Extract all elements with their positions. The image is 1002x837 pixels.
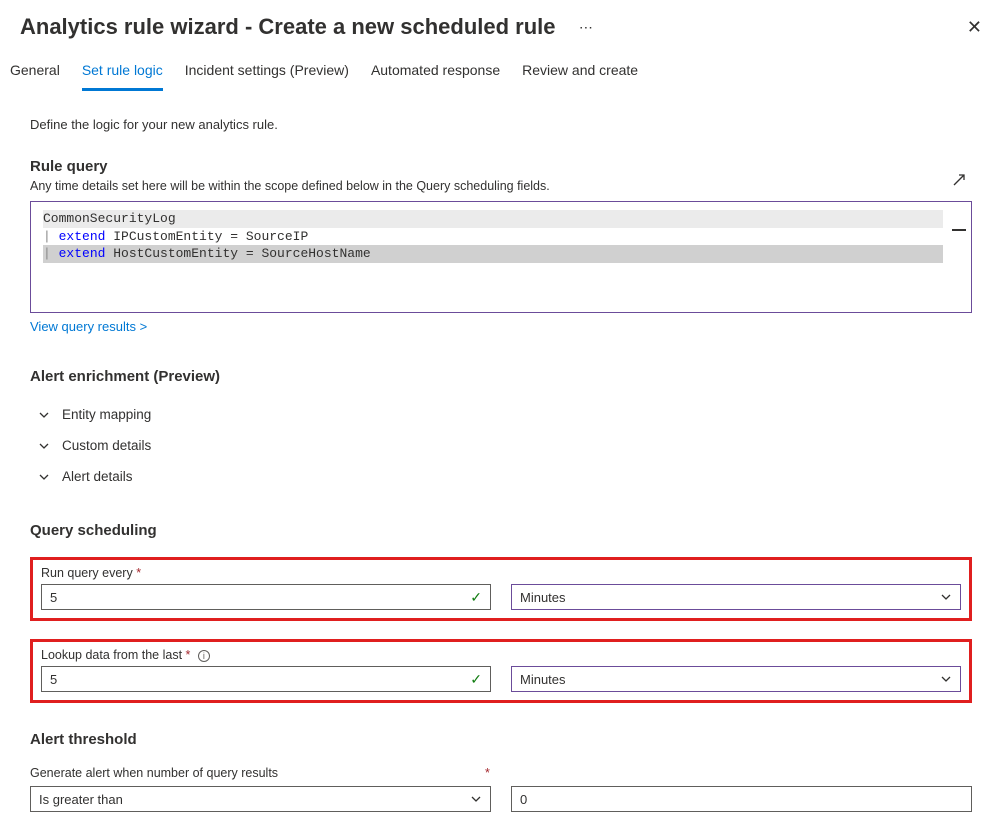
chevron-down-icon bbox=[38, 440, 50, 452]
lookup-data-group: Lookup data from the last * i 5 ✓ Minute… bbox=[30, 639, 972, 703]
check-icon: ✓ bbox=[470, 671, 482, 688]
minimize-icon[interactable] bbox=[952, 229, 966, 231]
tab-set-rule-logic[interactable]: Set rule logic bbox=[82, 58, 163, 91]
threshold-operator-select[interactable]: Is greater than bbox=[30, 786, 491, 812]
chevron-down-icon bbox=[38, 409, 50, 421]
tab-review-create[interactable]: Review and create bbox=[522, 58, 638, 91]
run-query-every-input[interactable]: 5 ✓ bbox=[41, 584, 491, 610]
query-line-1: CommonSecurityLog bbox=[43, 210, 943, 228]
info-icon[interactable]: i bbox=[198, 650, 210, 662]
expand-icon[interactable] bbox=[952, 173, 966, 190]
threshold-value-input[interactable]: 0 bbox=[511, 786, 972, 812]
run-query-every-label: Run query every * bbox=[41, 566, 961, 580]
threshold-label: Generate alert when number of query resu… bbox=[30, 766, 972, 780]
query-editor[interactable]: CommonSecurityLog | extend IPCustomEntit… bbox=[30, 201, 972, 313]
rule-query-subtitle: Any time details set here will be within… bbox=[30, 179, 972, 193]
view-query-results-link[interactable]: View query results > bbox=[30, 319, 147, 334]
close-icon[interactable]: ✕ bbox=[967, 17, 982, 38]
alert-enrichment-title: Alert enrichment (Preview) bbox=[30, 368, 972, 385]
query-line-3: | extend HostCustomEntity = SourceHostNa… bbox=[43, 245, 943, 263]
query-scheduling-title: Query scheduling bbox=[30, 522, 972, 539]
check-icon: ✓ bbox=[470, 589, 482, 606]
intro-text: Define the logic for your new analytics … bbox=[30, 117, 972, 132]
chevron-down-icon bbox=[940, 591, 952, 603]
tab-general[interactable]: General bbox=[10, 58, 60, 91]
run-query-every-unit-select[interactable]: Minutes bbox=[511, 584, 961, 610]
accordion-custom-details[interactable]: Custom details bbox=[30, 430, 972, 461]
chevron-down-icon bbox=[38, 471, 50, 483]
tabs-bar: General Set rule logic Incident settings… bbox=[0, 40, 1002, 91]
accordion-label: Alert details bbox=[62, 469, 133, 484]
accordion-label: Custom details bbox=[62, 438, 151, 453]
query-line-2: | extend IPCustomEntity = SourceIP bbox=[43, 228, 961, 246]
chevron-down-icon bbox=[940, 673, 952, 685]
run-query-every-group: Run query every * 5 ✓ Minutes bbox=[30, 557, 972, 621]
tab-automated-response[interactable]: Automated response bbox=[371, 58, 500, 91]
accordion-label: Entity mapping bbox=[62, 407, 151, 422]
tab-incident-settings[interactable]: Incident settings (Preview) bbox=[185, 58, 349, 91]
lookup-data-input[interactable]: 5 ✓ bbox=[41, 666, 491, 692]
accordion-entity-mapping[interactable]: Entity mapping bbox=[30, 399, 972, 430]
lookup-data-label: Lookup data from the last * i bbox=[41, 648, 961, 662]
more-menu-icon[interactable]: ⋯ bbox=[579, 19, 593, 36]
chevron-down-icon bbox=[470, 793, 482, 805]
alert-threshold-title: Alert threshold bbox=[30, 731, 972, 748]
rule-query-title: Rule query bbox=[30, 158, 972, 175]
accordion-alert-details[interactable]: Alert details bbox=[30, 461, 972, 492]
page-title: Analytics rule wizard - Create a new sch… bbox=[20, 14, 556, 40]
lookup-data-unit-select[interactable]: Minutes bbox=[511, 666, 961, 692]
